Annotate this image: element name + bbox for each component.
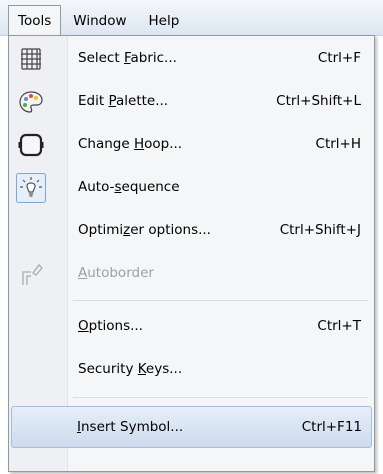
hoop-icon [18, 132, 44, 158]
shortcut-text: Ctrl+Shift+L [276, 93, 361, 109]
menu-item-label: Autoborder [78, 265, 154, 281]
menu-window[interactable]: Window [63, 5, 136, 35]
menu-separator [73, 300, 368, 301]
auto-sequence-icon [16, 173, 46, 203]
tools-dropdown-menu: Select Fabric... Ctrl+F Edit Palette... … [8, 35, 375, 472]
menu-help[interactable]: Help [139, 5, 190, 35]
menu-item-label: Select Fabric... [78, 50, 177, 66]
shortcut-text: Ctrl+H [315, 136, 361, 152]
fabric-grid-icon [18, 46, 44, 72]
menu-tools[interactable]: Tools [8, 5, 62, 35]
menu-item-select-fabric[interactable]: Select Fabric... Ctrl+F [12, 38, 370, 78]
menu-separator [73, 397, 368, 398]
menu-item-security-keys[interactable]: Security Keys... [12, 349, 370, 389]
shortcut-text: Ctrl+T [317, 318, 361, 334]
autoborder-icon [18, 261, 44, 287]
menu-item-options[interactable]: Options... Ctrl+T [12, 306, 370, 346]
menu-item-auto-sequence[interactable]: Auto-sequence [12, 167, 370, 207]
menu-item-edit-palette[interactable]: Edit Palette... Ctrl+Shift+L [12, 81, 370, 121]
menu-item-label: Security Keys... [78, 361, 183, 377]
shortcut-text: Ctrl+Shift+J [279, 222, 361, 238]
menu-bar: Tools Window Help [0, 0, 383, 36]
menu-item-label: Change Hoop... [78, 136, 183, 152]
palette-icon [18, 89, 44, 115]
menu-item-label: Auto-sequence [78, 179, 180, 195]
shortcut-text: Ctrl+F [317, 50, 361, 66]
menu-item-optimizer-options[interactable]: Optimizer options... Ctrl+Shift+J [12, 210, 370, 250]
menu-item-label: Insert Symbol... [77, 419, 184, 435]
shortcut-text: Ctrl+F11 [301, 419, 362, 435]
menu-item-insert-symbol[interactable]: Insert Symbol... Ctrl+F11 [11, 406, 372, 448]
menu-item-label: Optimizer options... [78, 222, 211, 238]
menu-item-label: Options... [78, 318, 143, 334]
menu-item-autoborder: Autoborder [12, 253, 370, 293]
menu-item-label: Edit Palette... [78, 93, 169, 109]
menu-item-change-hoop[interactable]: Change Hoop... Ctrl+H [12, 124, 370, 164]
